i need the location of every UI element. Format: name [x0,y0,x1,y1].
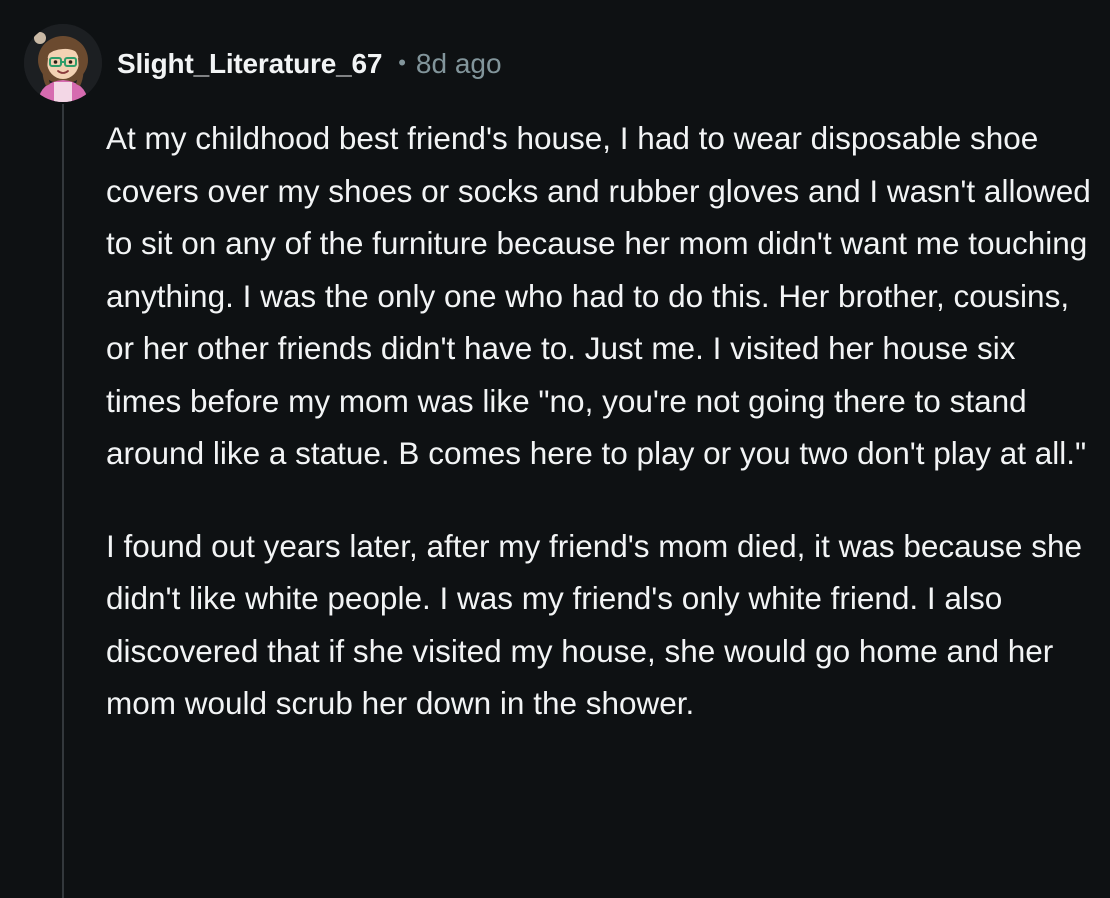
username-link[interactable]: Slight_Literature_67 [117,48,382,80]
timestamp[interactable]: 8d ago [416,48,502,80]
comment-body: At my childhood best friend's house, I h… [106,112,1091,730]
comment-paragraph: At my childhood best friend's house, I h… [106,120,1091,471]
user-avatar-icon[interactable] [24,24,102,102]
separator-dot: • [398,50,406,75]
comment-meta: Slight_Literature_67 • 8d ago [117,44,502,84]
comment: Slight_Literature_67 • 8d ago At my chil… [0,0,1110,898]
comment-paragraph: I found out years later, after my friend… [106,527,1082,722]
thread-line[interactable] [62,104,64,898]
